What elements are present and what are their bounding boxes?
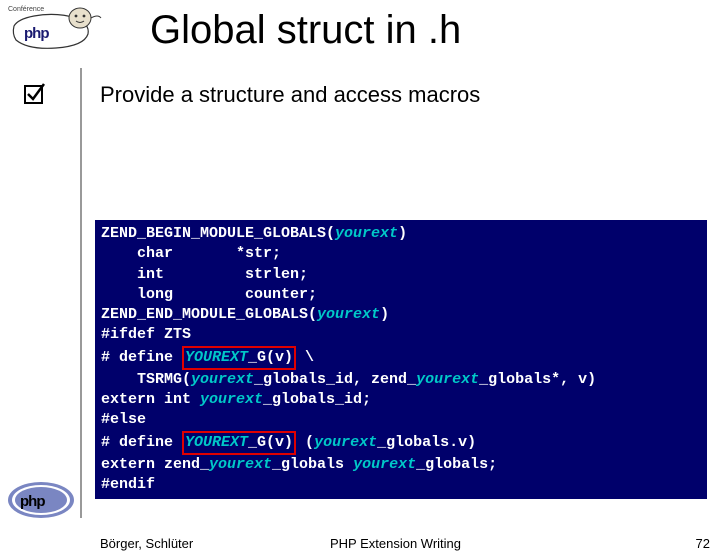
code-line: char *str; [101,244,701,264]
code-line: int strlen; [101,265,701,285]
code-line: #ifdef ZTS [101,325,701,345]
code-line: long counter; [101,285,701,305]
code-line: #endif [101,475,701,495]
code-line: #else [101,410,701,430]
code-block: ZEND_BEGIN_MODULE_GLOBALS(yourext) char … [95,220,707,499]
checkbox-bullet-icon [22,82,46,106]
svg-text:php: php [24,25,49,42]
footer-authors: Börger, Schlüter [100,536,193,551]
sidebar-divider [80,68,82,518]
code-line: # define YOUREXT_G(v) \ [101,346,701,370]
php-logo: php [6,480,76,520]
code-line: ZEND_BEGIN_MODULE_GLOBALS(yourext) [101,224,701,244]
code-line: extern int yourext_globals_id; [101,390,701,410]
code-line: TSRMG(yourext_globals_id, zend_yourext_g… [101,370,701,390]
conference-label: Conférence [8,6,44,13]
slide-title: Global struct in .h [150,8,461,53]
bullet-text: Provide a structure and access macros [100,82,480,108]
svg-text:php: php [20,493,45,510]
code-line: extern zend_yourext_globals yourext_glob… [101,455,701,475]
code-line: # define YOUREXT_G(v) (yourext_globals.v… [101,431,701,455]
code-line: ZEND_END_MODULE_GLOBALS(yourext) [101,305,701,325]
sidebar [0,0,82,540]
page-number: 72 [696,536,710,551]
php-conference-logo: php Conférence [6,4,106,62]
footer-title: PHP Extension Writing [330,536,461,551]
